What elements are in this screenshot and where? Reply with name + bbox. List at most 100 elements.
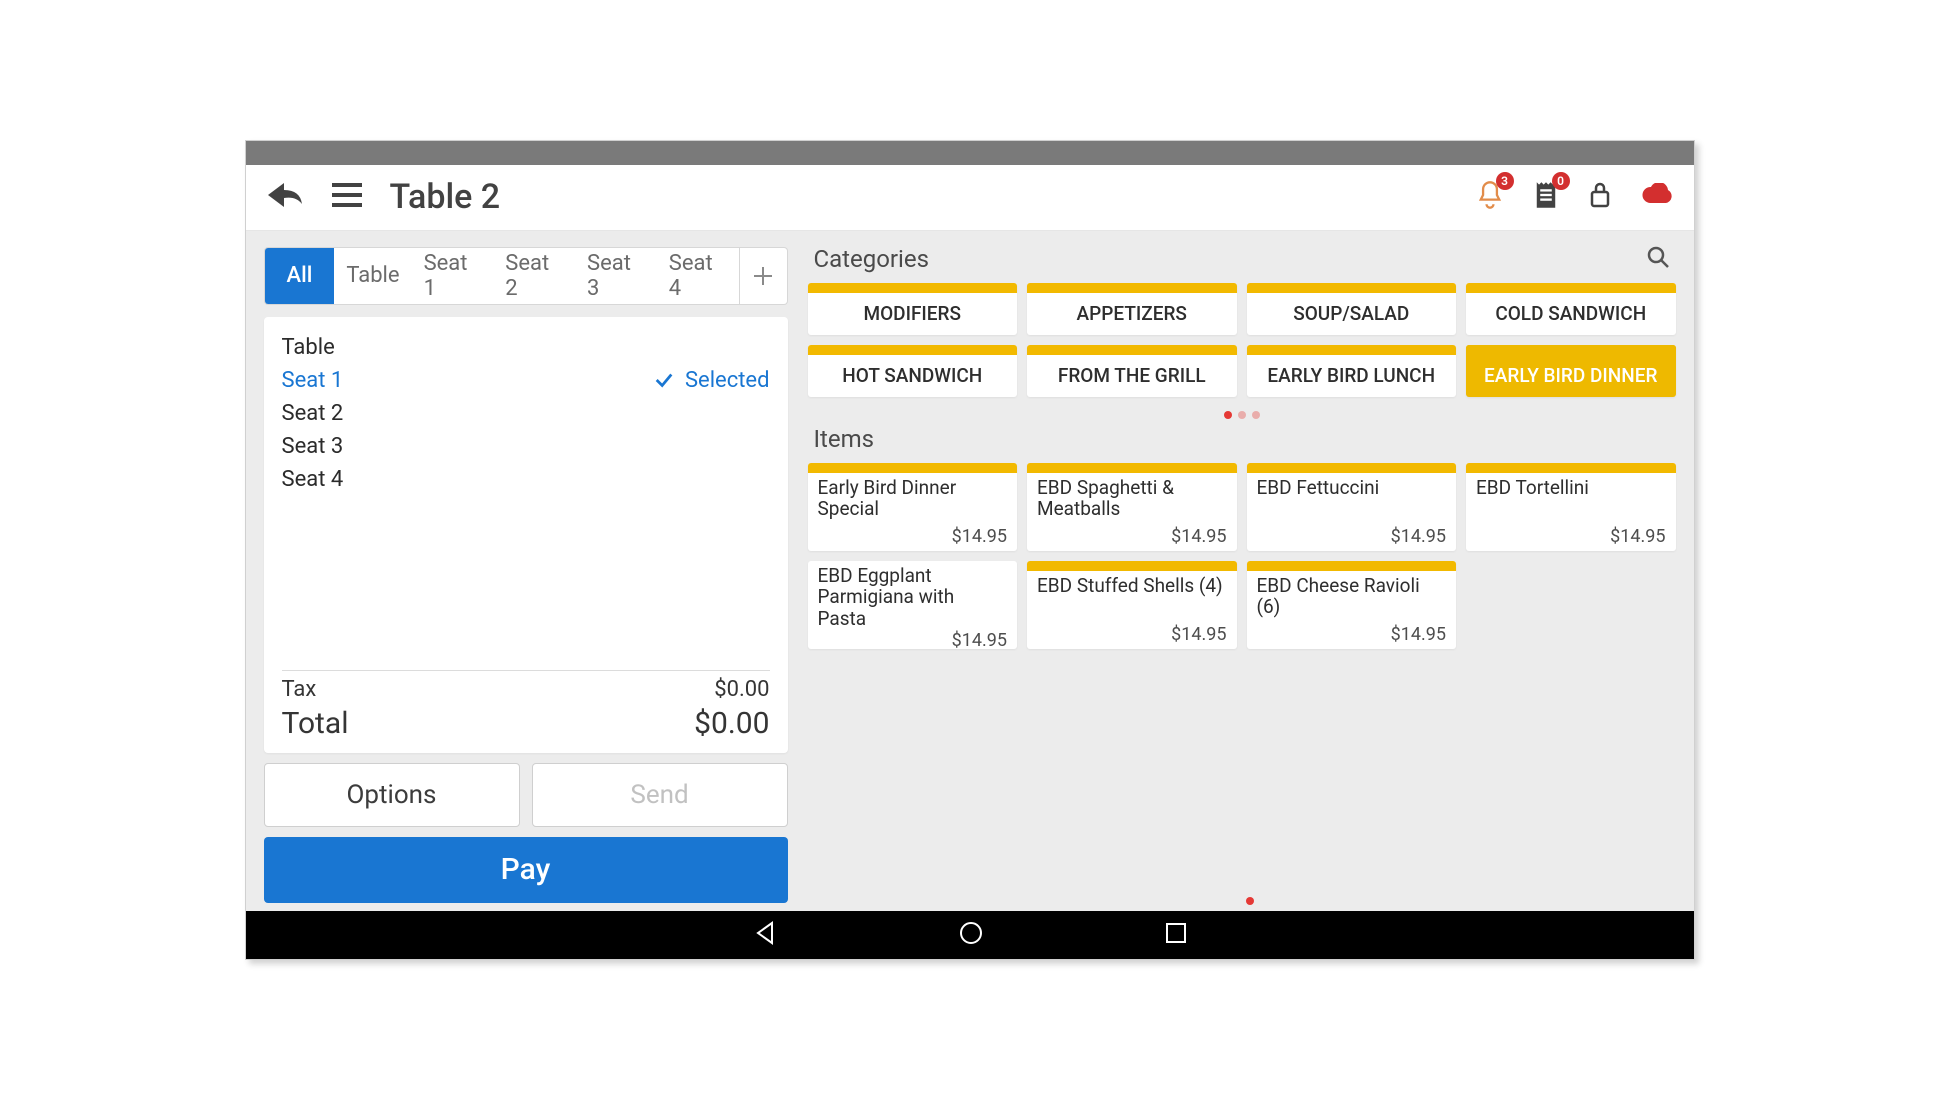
category-stripe [808, 283, 1018, 293]
total-row: Total $0.00 [282, 704, 770, 743]
category-card[interactable]: EARLY BIRD DINNER [1466, 345, 1676, 397]
nav-recent-button[interactable] [1164, 921, 1188, 949]
pay-button[interactable]: Pay [264, 837, 788, 903]
category-card[interactable]: COLD SANDWICH [1466, 283, 1676, 335]
total-value: $0.00 [694, 706, 769, 741]
seat-row[interactable]: Seat 2 [282, 397, 770, 430]
action-row: Options Send [264, 763, 788, 827]
item-stripe [1247, 561, 1457, 571]
seat-tab-all[interactable]: All [265, 248, 335, 304]
search-button[interactable] [1646, 245, 1670, 273]
category-label: FROM THE GRILL [1027, 355, 1237, 397]
item-card[interactable]: EBD Cheese Ravioli (6) $14.95 [1247, 561, 1457, 649]
category-stripe [1027, 283, 1237, 293]
seat-row-label: Seat 3 [282, 434, 344, 459]
nav-back-icon [752, 920, 778, 946]
category-stripe [1247, 345, 1457, 355]
category-label: COLD SANDWICH [1466, 293, 1676, 335]
category-card[interactable]: SOUP/SALAD [1247, 283, 1457, 335]
cloud-status-button[interactable] [1640, 183, 1674, 211]
seat-row[interactable]: Seat 4 [282, 463, 770, 496]
categories-page-dots[interactable] [808, 411, 1676, 419]
seat-row[interactable]: Seat 3 [282, 430, 770, 463]
item-price: $14.95 [818, 526, 1008, 547]
order-panel: All Table Seat 1 Seat 2 Seat 3 Seat 4 Ta… [246, 231, 806, 911]
category-label: EARLY BIRD LUNCH [1247, 355, 1457, 397]
item-card[interactable]: EBD Stuffed Shells (4) $14.95 [1027, 561, 1237, 649]
category-stripe [1466, 345, 1676, 355]
back-button[interactable] [266, 180, 304, 214]
lock-icon [1588, 180, 1612, 210]
totals: Tax $0.00 Total $0.00 [282, 675, 770, 743]
item-card[interactable]: EBD Fettuccini $14.95 [1247, 463, 1457, 551]
seat-tab-seat-3[interactable]: Seat 3 [575, 248, 657, 304]
item-name: EBD Stuffed Shells (4) [1037, 575, 1227, 597]
order-list: Table Seat 1 Selected Seat 2 Seat 3 Seat 4 [282, 331, 770, 664]
hamburger-icon [332, 183, 362, 207]
category-card[interactable]: HOT SANDWICH [808, 345, 1018, 397]
item-name: EBD Fettuccini [1257, 477, 1447, 499]
seat-row-label: Seat 4 [282, 467, 344, 492]
nav-back-button[interactable] [752, 920, 778, 950]
notifications-button[interactable]: 3 [1476, 180, 1504, 214]
selected-indicator: Selected [653, 368, 770, 393]
search-icon [1646, 245, 1670, 269]
seat-tab-seat-2[interactable]: Seat 2 [493, 248, 575, 304]
nav-home-icon [958, 920, 984, 946]
seat-row[interactable]: Table [282, 331, 770, 364]
divider [282, 670, 770, 671]
item-stripe [1027, 561, 1237, 571]
item-name: EBD Cheese Ravioli (6) [1257, 575, 1447, 619]
item-price: $14.95 [1257, 526, 1447, 547]
item-card[interactable]: EBD Eggplant Parmigiana with Pasta$14.95 [808, 561, 1018, 649]
receipts-button[interactable]: 0 [1532, 180, 1560, 214]
seat-tab-seat-1[interactable]: Seat 1 [412, 248, 494, 304]
items-grid: Early Bird Dinner Special$14.95EBD Spagh… [808, 463, 1676, 649]
page-dot [1224, 411, 1232, 419]
item-price: $14.95 [1257, 624, 1447, 645]
category-card[interactable]: EARLY BIRD LUNCH [1247, 345, 1457, 397]
cloud-icon [1640, 183, 1674, 207]
tax-value: $0.00 [714, 677, 769, 702]
app-bar: Table 2 3 0 [246, 165, 1694, 231]
tax-label: Tax [282, 677, 317, 702]
category-card[interactable]: APPETIZERS [1027, 283, 1237, 335]
category-card[interactable]: MODIFIERS [808, 283, 1018, 335]
item-name: EBD Eggplant Parmigiana with Pasta [818, 565, 1008, 631]
category-card[interactable]: FROM THE GRILL [1027, 345, 1237, 397]
item-stripe [1466, 463, 1676, 473]
receipts-badge: 0 [1552, 172, 1570, 190]
nav-recent-icon [1164, 921, 1188, 945]
notifications-badge: 3 [1496, 172, 1514, 190]
appbar-right-icons: 3 0 [1476, 180, 1674, 214]
add-seat-button[interactable] [740, 247, 788, 305]
item-stripe [1027, 463, 1237, 473]
item-price: $14.95 [1037, 526, 1227, 547]
seat-tabs-row: All Table Seat 1 Seat 2 Seat 3 Seat 4 [264, 247, 788, 305]
item-price: $14.95 [818, 630, 1008, 648]
items-page-dots[interactable] [806, 897, 1694, 905]
nav-home-button[interactable] [958, 920, 984, 950]
seat-tabs: All Table Seat 1 Seat 2 Seat 3 Seat 4 [264, 247, 740, 305]
seat-row-label: Seat 2 [282, 401, 344, 426]
category-stripe [808, 345, 1018, 355]
category-label: APPETIZERS [1027, 293, 1237, 335]
seat-tab-seat-4[interactable]: Seat 4 [657, 248, 739, 304]
item-card[interactable]: EBD Spaghetti & Meatballs$14.95 [1027, 463, 1237, 551]
lock-button[interactable] [1588, 180, 1612, 214]
item-stripe [808, 463, 1018, 473]
menu-button[interactable] [332, 183, 362, 211]
category-label: EARLY BIRD DINNER [1466, 355, 1676, 397]
item-card[interactable]: Early Bird Dinner Special$14.95 [808, 463, 1018, 551]
send-button[interactable]: Send [532, 763, 788, 827]
seat-row-label: Seat 1 [282, 368, 344, 393]
category-stripe [1466, 283, 1676, 293]
item-card[interactable]: EBD Tortellini$14.95 [1466, 463, 1676, 551]
categories-grid: MODIFIERSAPPETIZERSSOUP/SALADCOLD SANDWI… [808, 283, 1676, 397]
options-button[interactable]: Options [264, 763, 520, 827]
page-dot [1252, 411, 1260, 419]
seat-tab-table[interactable]: Table [334, 248, 411, 304]
item-price: $14.95 [1037, 624, 1227, 645]
seat-row[interactable]: Seat 1 Selected [282, 364, 770, 397]
plus-icon [752, 265, 774, 287]
